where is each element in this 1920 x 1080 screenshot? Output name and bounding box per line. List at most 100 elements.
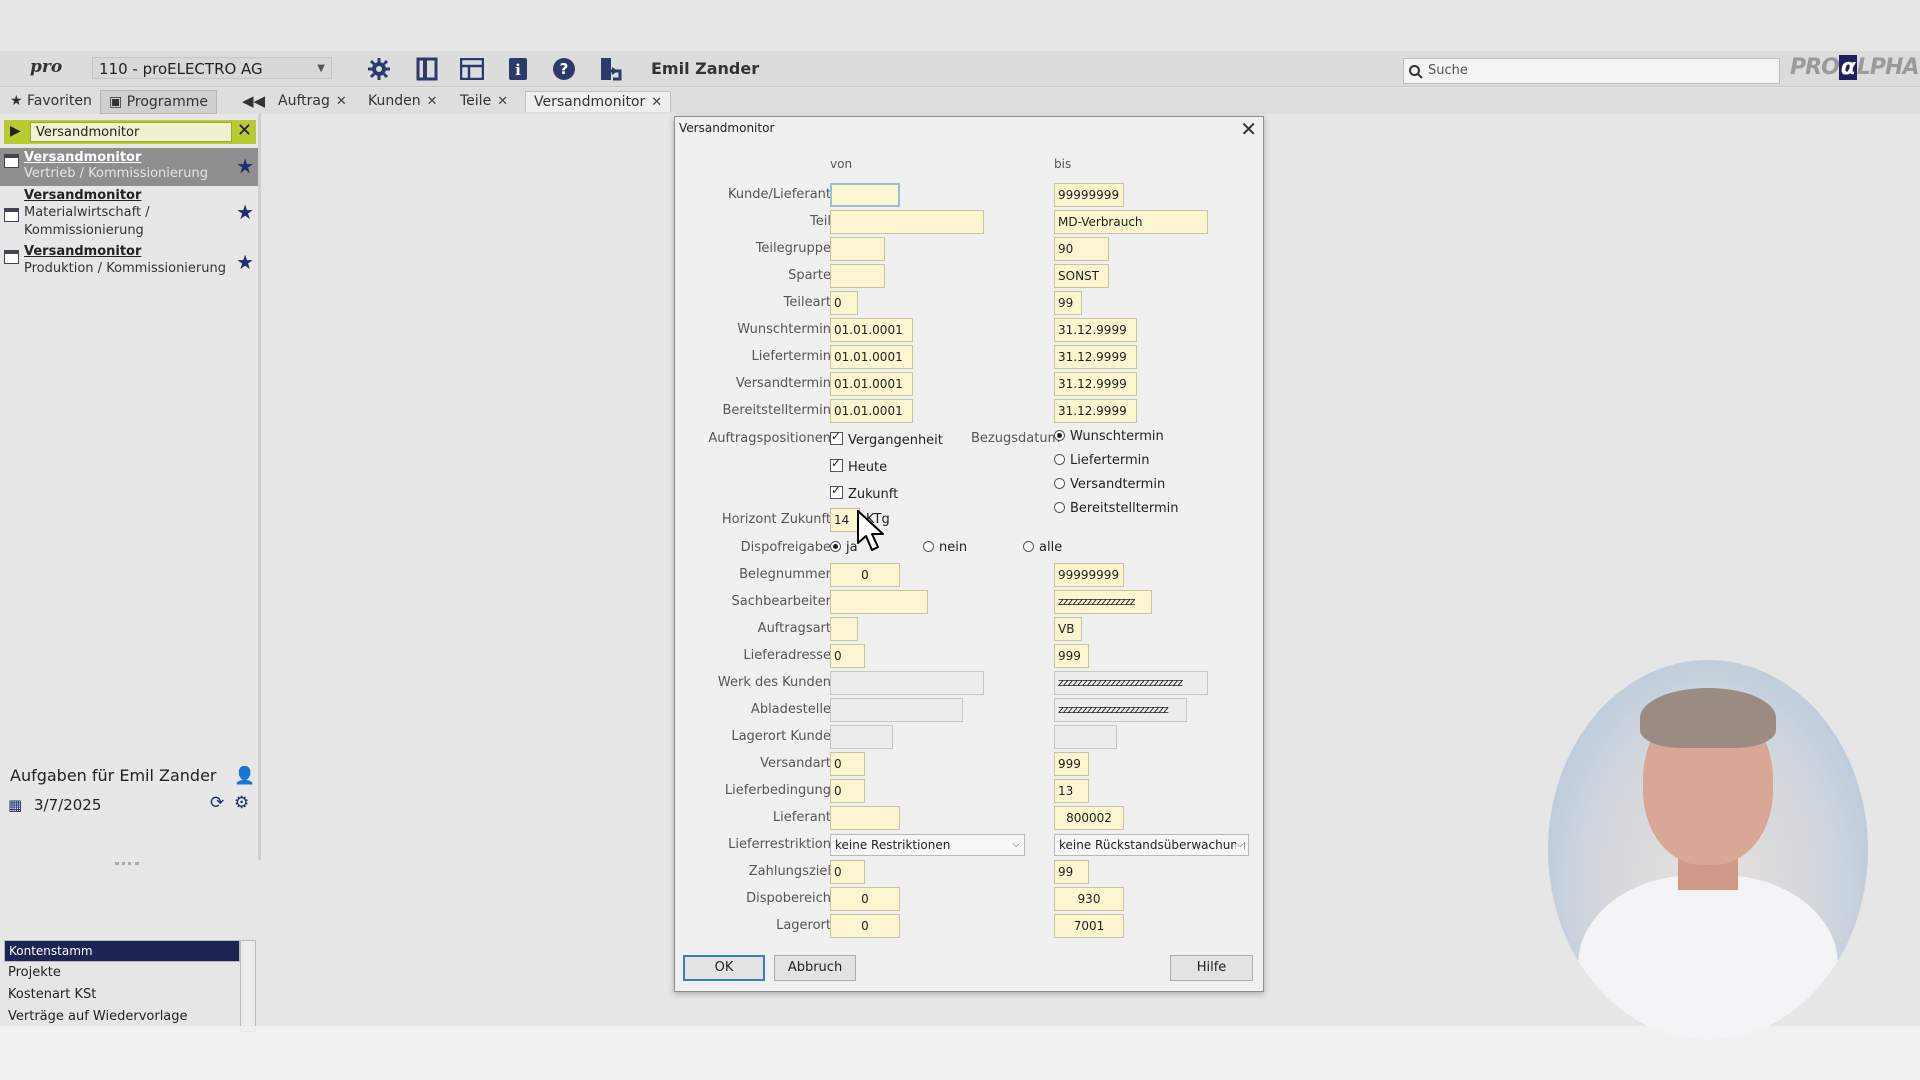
company-select[interactable]: 110 - proELECTRO AG ▼: [92, 57, 332, 79]
task-item[interactable]: Projekte: [4, 962, 240, 984]
tab-versandmonitor[interactable]: Versandmonitor ✕: [525, 91, 672, 112]
search-input[interactable]: Suche: [1403, 58, 1780, 84]
lagerort-von-input[interactable]: 0: [830, 914, 900, 938]
close-icon[interactable]: ✕: [427, 94, 438, 109]
liefertermin-von-input[interactable]: 01.01.0001: [830, 345, 913, 369]
belegnummer-bis-input[interactable]: 99999999: [1054, 563, 1124, 587]
dispobereich-von-input[interactable]: 0: [830, 887, 900, 911]
grid-layout-icon[interactable]: [458, 55, 486, 83]
gear-icon[interactable]: [365, 55, 393, 83]
hilfe-button[interactable]: Hilfe: [1170, 955, 1253, 981]
bezug-liefertermin-radio[interactable]: Liefertermin: [1054, 453, 1150, 468]
teilegruppe-bis-input[interactable]: 90: [1054, 237, 1109, 261]
close-icon[interactable]: ✕: [336, 94, 347, 109]
dispobereich-bis-input[interactable]: 930: [1054, 887, 1124, 911]
teil-bis-input[interactable]: MD-Verbrauch: [1054, 210, 1208, 234]
calendar-icon[interactable]: ▦: [8, 796, 22, 814]
dispo-ja-radio[interactable]: ja: [830, 540, 858, 555]
werk-von-input[interactable]: [830, 671, 984, 695]
dispo-nein-radio[interactable]: nein: [923, 540, 967, 555]
kunde-von-input[interactable]: [830, 183, 900, 207]
lieferadresse-von-input[interactable]: 0: [830, 644, 865, 668]
lieferant-von-input[interactable]: [830, 806, 900, 830]
program-item[interactable]: Versandmonitor Materialwirtschaft / Komm…: [0, 186, 258, 242]
heute-checkbox[interactable]: Heute: [830, 456, 887, 475]
bezug-wunschtermin-radio[interactable]: Wunschtermin: [1054, 429, 1164, 444]
play-icon[interactable]: ▶: [10, 123, 21, 139]
abbruch-button[interactable]: Abbruch: [774, 955, 856, 981]
favorite-star-icon[interactable]: ★: [236, 250, 254, 274]
close-icon[interactable]: ✕: [1240, 117, 1257, 141]
favorite-star-icon[interactable]: ★: [236, 200, 254, 224]
auftragsart-von-input[interactable]: [830, 617, 858, 641]
bezug-versandtermin-radio[interactable]: Versandtermin: [1054, 477, 1165, 492]
wunschtermin-von-input[interactable]: 01.01.0001: [830, 318, 913, 342]
sachbearbeiter-von-input[interactable]: [830, 590, 928, 614]
tab-kunden[interactable]: Kunden ✕: [368, 91, 438, 111]
help-icon[interactable]: ?: [550, 55, 578, 83]
task-list-scrollbar[interactable]: [240, 940, 256, 1032]
lieferant-bis-input[interactable]: 800002: [1054, 806, 1124, 830]
column-header-bis: bis: [1054, 157, 1072, 171]
abladestelle-von-input[interactable]: [830, 698, 963, 722]
belegnummer-von-input[interactable]: 0: [830, 563, 900, 587]
clear-icon[interactable]: ✕: [237, 120, 252, 141]
settings-gear-icon[interactable]: ⚙: [234, 793, 249, 813]
zahlungsziel-von-input[interactable]: 0: [830, 860, 865, 884]
auftragsart-bis-input[interactable]: VB: [1054, 617, 1082, 641]
lieferbedingung-bis-input[interactable]: 13: [1054, 779, 1089, 803]
vergangenheit-checkbox[interactable]: Vergangenheit: [830, 429, 943, 448]
collapse-panel-icon[interactable]: ◀◀: [242, 91, 265, 111]
horizont-input[interactable]: 14: [830, 508, 860, 532]
abladestelle-bis-input[interactable]: zzzzzzzzzzzzzzzzzzzzzzz: [1054, 698, 1187, 722]
panel-layout-icon[interactable]: [413, 55, 441, 83]
program-item[interactable]: Versandmonitor Produktion / Kommissionie…: [0, 242, 258, 282]
versandtermin-bis-input[interactable]: 31.12.9999: [1054, 372, 1137, 396]
zukunft-checkbox[interactable]: Zukunft: [830, 483, 898, 502]
tab-favoriten[interactable]: ★ Favoriten: [2, 90, 100, 112]
task-item[interactable]: Verträge auf Wiedervorlage: [4, 1006, 240, 1028]
lagerort-kunde-bis-input[interactable]: [1054, 725, 1117, 749]
task-item[interactable]: Kontenstamm: [4, 940, 240, 962]
versandtermin-von-input[interactable]: 01.01.0001: [830, 372, 913, 396]
liefertermin-bis-input[interactable]: 31.12.9999: [1054, 345, 1137, 369]
bezug-bereitstelltermin-radio[interactable]: Bereitstelltermin: [1054, 501, 1179, 516]
teil-von-input[interactable]: [830, 210, 984, 234]
sparte-bis-input[interactable]: SONST: [1054, 264, 1109, 288]
logout-icon[interactable]: [596, 55, 624, 83]
teilegruppe-von-input[interactable]: [830, 237, 885, 261]
program-search-input[interactable]: Versandmonitor: [30, 122, 232, 142]
teileart-bis-input[interactable]: 99: [1054, 291, 1082, 315]
zahlungsziel-bis-input[interactable]: 99: [1054, 860, 1089, 884]
bereitstelltermin-bis-input[interactable]: 31.12.9999: [1054, 399, 1137, 423]
sparte-von-input[interactable]: [830, 264, 885, 288]
tab-programme[interactable]: ▣ Programme: [100, 90, 218, 114]
close-icon[interactable]: ✕: [497, 94, 508, 109]
dispo-alle-radio[interactable]: alle: [1023, 540, 1062, 555]
lieferbedingung-von-input[interactable]: 0: [830, 779, 865, 803]
bereitstelltermin-von-input[interactable]: 01.01.0001: [830, 399, 913, 423]
tab-teile[interactable]: Teile ✕: [460, 91, 508, 111]
lagerort-bis-input[interactable]: 7001: [1054, 914, 1124, 938]
lieferrestriktion-von-select[interactable]: keine Restriktionen ⌵: [830, 834, 1025, 856]
teileart-von-input[interactable]: 0: [830, 291, 858, 315]
user-icon[interactable]: 👤: [234, 766, 255, 786]
versandart-bis-input[interactable]: 999: [1054, 752, 1089, 776]
wunschtermin-bis-input[interactable]: 31.12.9999: [1054, 318, 1137, 342]
splitter-handle[interactable]: [115, 862, 139, 865]
tab-auftrag[interactable]: Auftrag ✕: [278, 91, 347, 111]
close-icon[interactable]: ✕: [651, 95, 662, 110]
refresh-icon[interactable]: ⟳: [210, 793, 224, 813]
werk-bis-input[interactable]: zzzzzzzzzzzzzzzzzzzzzzzzzz: [1054, 671, 1208, 695]
lieferrestriktion-bis-select[interactable]: keine Rückstandsüberwachung ⌵: [1054, 834, 1249, 856]
sachbearbeiter-bis-input[interactable]: zzzzzzzzzzzzzzzz: [1054, 590, 1152, 614]
kunde-bis-input[interactable]: 99999999: [1054, 183, 1124, 207]
program-item[interactable]: Versandmonitor Vertrieb / Kommissionieru…: [0, 148, 258, 186]
lagerort-kunde-von-input[interactable]: [830, 725, 893, 749]
lieferadresse-bis-input[interactable]: 999: [1054, 644, 1089, 668]
ok-button[interactable]: OK: [683, 955, 765, 981]
versandart-von-input[interactable]: 0: [830, 752, 865, 776]
task-item[interactable]: Kostenart KSt: [4, 984, 240, 1006]
favorite-star-icon[interactable]: ★: [236, 154, 254, 178]
info-icon[interactable]: i: [504, 55, 532, 83]
